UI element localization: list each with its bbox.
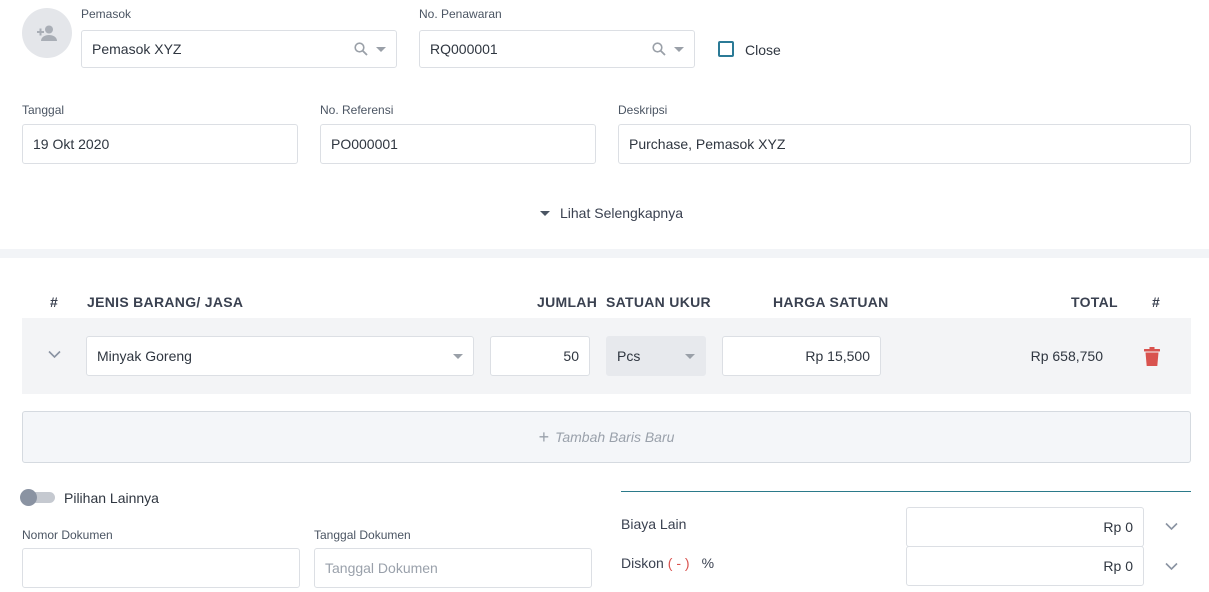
add-person-icon xyxy=(37,25,57,41)
doc-date-label: Tanggal Dokumen xyxy=(314,528,411,542)
chevron-down-icon[interactable] xyxy=(685,353,695,359)
doc-number-input[interactable] xyxy=(22,548,300,588)
col-action-header: # xyxy=(1152,294,1161,310)
supplier-label: Pemasok xyxy=(81,7,132,21)
chevron-down-icon[interactable] xyxy=(1165,522,1178,531)
discount-percent: % xyxy=(701,555,715,571)
toggle-knob xyxy=(20,489,37,506)
quotation-select[interactable]: RQ000001 xyxy=(419,30,695,68)
plus-icon: + xyxy=(538,427,550,447)
unit-value: Pcs xyxy=(617,348,641,364)
unit-select[interactable]: Pcs xyxy=(606,336,706,376)
reference-field[interactable]: PO000001 xyxy=(320,124,596,164)
reference-label: No. Referensi xyxy=(320,103,394,117)
add-row-label: Tambah Baris Baru xyxy=(555,429,675,445)
chevron-down-icon[interactable] xyxy=(453,353,463,359)
close-checkbox[interactable] xyxy=(718,41,734,57)
see-more-label: Lihat Selengkapnya xyxy=(560,205,683,221)
close-label: Close xyxy=(745,42,781,58)
description-field[interactable]: Purchase, Pemasok XYZ xyxy=(618,124,1191,164)
summary-divider xyxy=(621,491,1191,492)
see-more-toggle[interactable]: Lihat Selengkapnya xyxy=(540,205,683,221)
row-total: Rp 658,750 xyxy=(1030,348,1103,364)
quotation-value: RQ000001 xyxy=(430,41,498,57)
section-divider xyxy=(0,249,1209,258)
discount-minus: ( - ) xyxy=(667,555,690,571)
supplier-select[interactable]: Pemasok XYZ xyxy=(81,30,397,68)
caret-down-icon xyxy=(540,210,550,216)
quotation-label: No. Penawaran xyxy=(419,7,502,21)
date-value: 19 Okt 2020 xyxy=(33,136,110,152)
price-input[interactable]: Rp 15,500 xyxy=(722,336,881,376)
discount-label: Diskon xyxy=(621,555,664,571)
doc-date-input[interactable]: Tanggal Dokumen xyxy=(314,548,592,588)
doc-date-placeholder: Tanggal Dokumen xyxy=(325,560,438,576)
expand-chevron-icon[interactable] xyxy=(48,350,61,359)
doc-number-label: Nomor Dokumen xyxy=(22,528,113,542)
trash-icon[interactable] xyxy=(1144,347,1160,366)
col-item-header: JENIS BARANG/ JASA xyxy=(87,294,244,310)
chevron-down-icon[interactable] xyxy=(1165,562,1178,571)
search-icon[interactable] xyxy=(354,42,368,56)
search-icon[interactable] xyxy=(652,42,666,56)
other-options-label: Pilihan Lainnya xyxy=(64,490,159,506)
supplier-value: Pemasok XYZ xyxy=(92,41,182,57)
item-value: Minyak Goreng xyxy=(97,348,192,364)
col-num-header: # xyxy=(50,294,59,310)
price-value: Rp 15,500 xyxy=(805,348,870,364)
date-label: Tanggal xyxy=(22,103,65,117)
col-total-header: TOTAL xyxy=(1071,294,1118,310)
discount-label-group: Diskon ( - ) % xyxy=(621,555,714,571)
qty-input[interactable]: 50 xyxy=(490,336,590,376)
other-options-toggle[interactable] xyxy=(20,489,55,506)
col-price-header: HARGA SATUAN xyxy=(773,294,889,310)
qty-value: 50 xyxy=(563,348,579,364)
chevron-down-icon[interactable] xyxy=(376,46,386,52)
reference-value: PO000001 xyxy=(331,136,398,152)
chevron-down-icon[interactable] xyxy=(674,46,684,52)
other-cost-label: Biaya Lain xyxy=(621,516,687,532)
supplier-avatar[interactable] xyxy=(22,8,72,58)
discount-input[interactable]: Rp 0 xyxy=(906,546,1144,586)
description-label: Deskripsi xyxy=(618,103,668,117)
other-cost-input[interactable]: Rp 0 xyxy=(906,507,1144,547)
col-qty-header: JUMLAH xyxy=(537,294,598,310)
add-row-button[interactable]: + Tambah Baris Baru xyxy=(22,411,1191,463)
other-cost-value: Rp 0 xyxy=(1103,519,1133,535)
description-value: Purchase, Pemasok XYZ xyxy=(629,136,786,152)
discount-value: Rp 0 xyxy=(1103,558,1133,574)
col-unit-header: SATUAN UKUR xyxy=(606,294,711,310)
item-select[interactable]: Minyak Goreng xyxy=(86,336,474,376)
date-field[interactable]: 19 Okt 2020 xyxy=(22,124,298,164)
